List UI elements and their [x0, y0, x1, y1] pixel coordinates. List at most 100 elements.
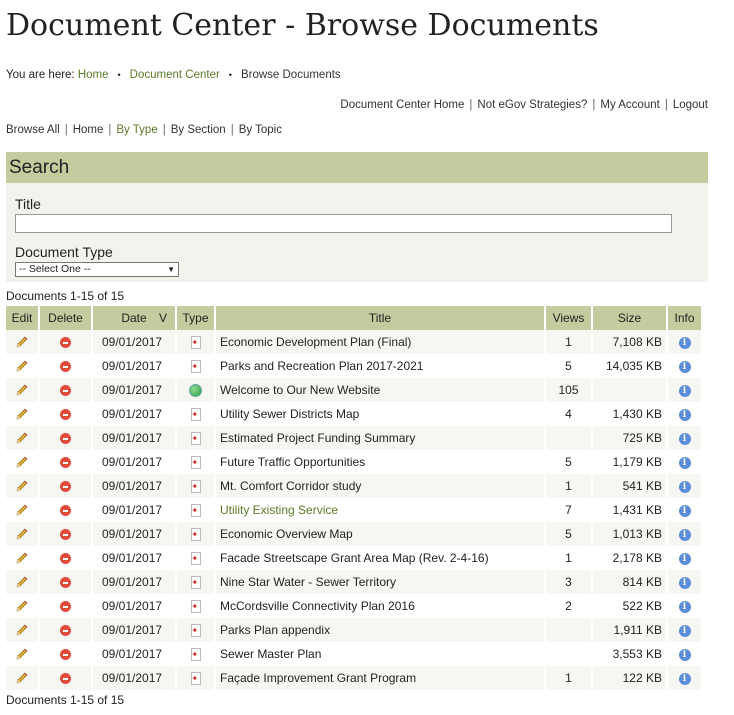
- delete-icon[interactable]: [60, 481, 71, 493]
- browse-by-topic-link[interactable]: By Topic: [239, 124, 282, 136]
- views-column-header: Views: [546, 306, 591, 330]
- delete-icon[interactable]: [60, 553, 71, 565]
- edit-pencil-icon[interactable]: [15, 431, 29, 445]
- edit-pencil-icon[interactable]: [15, 503, 29, 517]
- delete-icon[interactable]: [60, 505, 71, 517]
- delete-cell: [40, 426, 91, 450]
- edit-pencil-icon[interactable]: [15, 671, 29, 685]
- table-row: 09/01/2017 Façade Improvement Grant Progr…: [6, 666, 701, 690]
- edit-pencil-icon[interactable]: [15, 551, 29, 565]
- browse-home-link[interactable]: Home: [73, 124, 104, 136]
- edit-pencil-icon[interactable]: [15, 455, 29, 469]
- table-row: 09/01/2017 Mt. Comfort Corridor study1541…: [6, 474, 701, 498]
- edit-pencil-icon[interactable]: [15, 383, 29, 397]
- documents-table: Edit Delete Date V Type Title Views Size…: [4, 306, 703, 690]
- edit-pencil-icon[interactable]: [15, 599, 29, 613]
- logout-link[interactable]: Logout: [673, 99, 708, 111]
- delete-icon[interactable]: [60, 649, 71, 661]
- title-column-header: Title: [216, 306, 544, 330]
- info-icon[interactable]: i: [678, 360, 691, 373]
- delete-icon[interactable]: [60, 601, 71, 613]
- info-icon[interactable]: i: [678, 624, 691, 637]
- info-icon[interactable]: i: [678, 648, 691, 661]
- edit-cell: [6, 570, 38, 594]
- table-row: 09/01/2017 Economic Overview Map51,013 KB…: [6, 522, 701, 546]
- delete-icon[interactable]: [60, 385, 71, 397]
- size-cell: 122 KB: [593, 666, 666, 690]
- document-type-select[interactable]: -- Select One -- ▼: [15, 262, 179, 277]
- document-title-link[interactable]: Parks Plan appendix: [216, 618, 544, 642]
- delete-icon[interactable]: [60, 625, 71, 637]
- document-title-link[interactable]: Future Traffic Opportunities: [216, 450, 544, 474]
- breadcrumb-document-center-link[interactable]: Document Center: [130, 69, 220, 81]
- edit-pencil-icon[interactable]: [15, 527, 29, 541]
- document-center-home-link[interactable]: Document Center Home: [340, 99, 464, 111]
- breadcrumb: You are here: Home • Document Center • Brows…: [6, 69, 341, 81]
- info-icon[interactable]: i: [678, 384, 691, 397]
- info-cell: i: [668, 642, 701, 666]
- not-egov-link[interactable]: Not eGov Strategies?: [477, 99, 587, 111]
- sort-indicator[interactable]: V: [159, 311, 167, 325]
- delete-icon[interactable]: [60, 409, 71, 421]
- info-cell: i: [668, 474, 701, 498]
- document-title-link[interactable]: Parks and Recreation Plan 2017-2021: [216, 354, 544, 378]
- info-icon[interactable]: i: [678, 576, 691, 589]
- edit-pencil-icon[interactable]: [15, 575, 29, 589]
- document-title-link[interactable]: Utility Sewer Districts Map: [216, 402, 544, 426]
- delete-icon[interactable]: [60, 529, 71, 541]
- table-row: 09/01/2017 Nine Star Water - Sewer Territ…: [6, 570, 701, 594]
- document-title-link[interactable]: Economic Development Plan (Final): [216, 330, 544, 354]
- info-icon[interactable]: i: [678, 528, 691, 541]
- document-title-link[interactable]: Utility Existing Service: [216, 498, 544, 522]
- edit-pencil-icon[interactable]: [15, 407, 29, 421]
- title-input[interactable]: [15, 214, 672, 233]
- info-icon[interactable]: i: [678, 672, 691, 685]
- browse-all-link[interactable]: Browse All: [6, 124, 60, 136]
- document-title-link[interactable]: Economic Overview Map: [216, 522, 544, 546]
- document-title-link[interactable]: Sewer Master Plan: [216, 642, 544, 666]
- delete-icon[interactable]: [60, 673, 71, 685]
- info-icon[interactable]: i: [678, 432, 691, 445]
- edit-pencil-icon[interactable]: [15, 359, 29, 373]
- info-icon[interactable]: i: [678, 456, 691, 469]
- info-icon[interactable]: i: [678, 504, 691, 517]
- edit-pencil-icon[interactable]: [15, 479, 29, 493]
- document-title-link[interactable]: Mt. Comfort Corridor study: [216, 474, 544, 498]
- browse-by-section-link[interactable]: By Section: [171, 124, 226, 136]
- type-cell: [177, 546, 214, 570]
- date-cell: 09/01/2017: [93, 354, 175, 378]
- info-icon[interactable]: i: [678, 480, 691, 493]
- table-row: 09/01/2017 Utility Sewer Districts Map41,…: [6, 402, 701, 426]
- info-icon[interactable]: i: [678, 600, 691, 613]
- breadcrumb-home-link[interactable]: Home: [78, 69, 109, 81]
- search-heading: Search: [6, 152, 708, 183]
- edit-pencil-icon[interactable]: [15, 623, 29, 637]
- size-cell: 1,179 KB: [593, 450, 666, 474]
- document-title-link[interactable]: Estimated Project Funding Summary: [216, 426, 544, 450]
- delete-icon[interactable]: [60, 577, 71, 589]
- date-column-header[interactable]: Date V: [93, 306, 175, 330]
- delete-icon[interactable]: [60, 457, 71, 469]
- table-row: 09/01/2017 Parks and Recreation Plan 2017…: [6, 354, 701, 378]
- edit-cell: [6, 330, 38, 354]
- document-title-link[interactable]: McCordsville Connectivity Plan 2016: [216, 594, 544, 618]
- info-icon[interactable]: i: [678, 552, 691, 565]
- info-icon[interactable]: i: [678, 336, 691, 349]
- document-title-link[interactable]: Welcome to Our New Website: [216, 378, 544, 402]
- info-cell: i: [668, 570, 701, 594]
- browse-by-type-link[interactable]: By Type: [116, 124, 157, 136]
- document-title-link[interactable]: Façade Improvement Grant Program: [216, 666, 544, 690]
- pdf-icon: [190, 600, 201, 614]
- info-icon[interactable]: i: [678, 408, 691, 421]
- info-cell: i: [668, 402, 701, 426]
- delete-icon[interactable]: [60, 361, 71, 373]
- delete-icon[interactable]: [60, 337, 71, 349]
- document-title-link[interactable]: Nine Star Water - Sewer Territory: [216, 570, 544, 594]
- edit-pencil-icon[interactable]: [15, 647, 29, 661]
- delete-icon[interactable]: [60, 433, 71, 445]
- date-cell: 09/01/2017: [93, 330, 175, 354]
- views-cell: 1: [546, 330, 591, 354]
- edit-pencil-icon[interactable]: [15, 335, 29, 349]
- document-title-link[interactable]: Facade Streetscape Grant Area Map (Rev. …: [216, 546, 544, 570]
- my-account-link[interactable]: My Account: [600, 99, 659, 111]
